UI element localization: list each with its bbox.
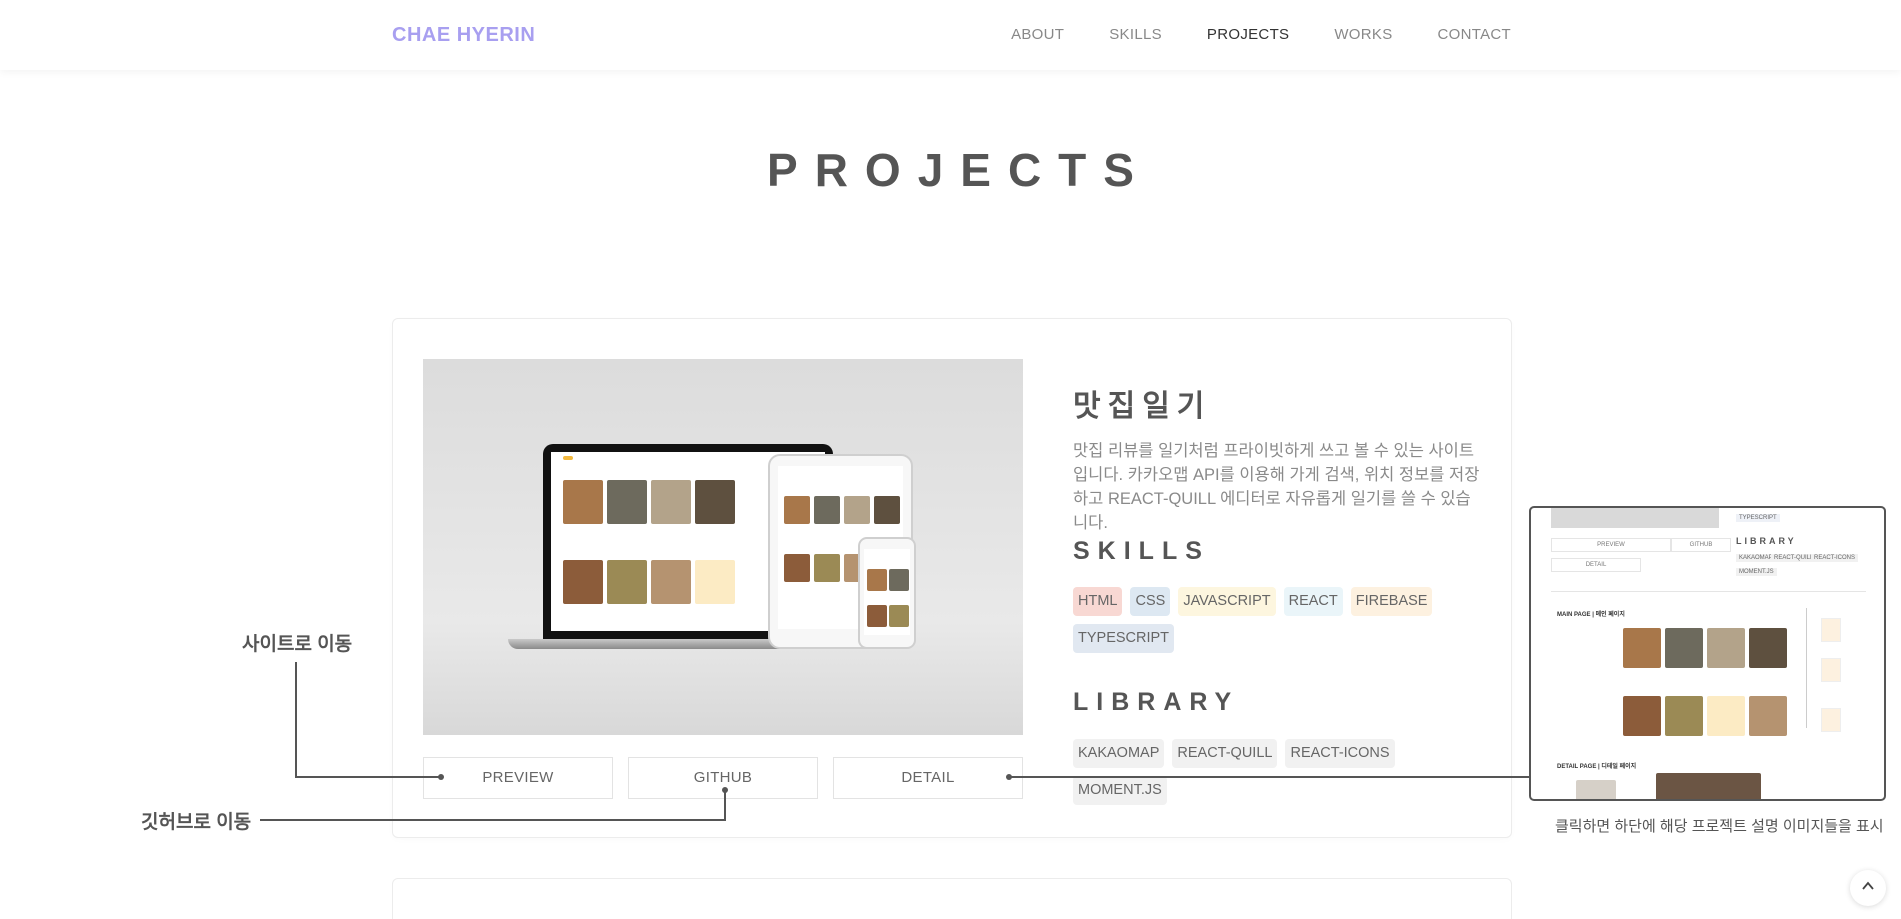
skill-tag: TYPESCRIPT xyxy=(1073,624,1175,653)
site-header: CHAE HYERIN ABOUT SKILLS PROJECTS WORKS … xyxy=(0,0,1901,70)
site-annotation-line xyxy=(295,776,441,778)
preview-typescript-tag: TYPESCRIPT xyxy=(1736,514,1780,522)
github-annotation-dot xyxy=(722,787,728,793)
preview-main-page-label: MAIN PAGE | 메인 페이지 xyxy=(1557,612,1625,618)
detail-annotation: 클릭하면 하단에 해당 프로젝트 설명 이미지들을 표시 xyxy=(1555,818,1884,835)
project-card: 맛집일기 맛집 리뷰를 일기처럼 프라이빗하게 쓰고 볼 수 있는 사이트입니다… xyxy=(392,318,1512,838)
github-annotation-line xyxy=(260,819,726,821)
skills-heading: SKILLS xyxy=(1073,537,1210,565)
skill-tag: REACT xyxy=(1283,587,1343,616)
project-title: 맛집일기 xyxy=(1073,390,1212,423)
section-title: PROJECTS xyxy=(767,144,1151,196)
project-thumbnail xyxy=(423,359,1023,735)
preview-github-button: GITHUB xyxy=(1671,538,1731,552)
scroll-top-button[interactable] xyxy=(1850,870,1886,906)
nav-skills[interactable]: SKILLS xyxy=(1109,26,1162,43)
library-tag: REACT-QUILL xyxy=(1172,739,1278,768)
library-tag: REACT-ICONS xyxy=(1285,739,1395,768)
detail-button[interactable]: DETAIL xyxy=(833,757,1023,799)
skill-tag: JAVASCRIPT xyxy=(1178,587,1276,616)
preview-library-heading: LIBRARY xyxy=(1736,536,1797,546)
library-tag: KAKAOMAP xyxy=(1073,739,1165,768)
skill-tag: CSS xyxy=(1130,587,1171,616)
preview-preview-button: PREVIEW xyxy=(1551,538,1671,552)
nav-works[interactable]: WORKS xyxy=(1334,26,1392,43)
skill-tag: HTML xyxy=(1073,587,1123,616)
site-annotation-dot xyxy=(438,774,444,780)
detail-annotation-line xyxy=(1009,776,1530,778)
library-tag-list: KAKAOMAP REACT-QUILL REACT-ICONS MOMENT.… xyxy=(1073,739,1493,805)
github-annotation-line xyxy=(724,790,726,821)
phone-mockup xyxy=(858,537,916,649)
github-annotation: 깃허브로 이동 xyxy=(141,812,252,833)
preview-detail-button: DETAIL xyxy=(1551,558,1641,572)
nav-about[interactable]: ABOUT xyxy=(1011,26,1064,43)
project-description: 맛집 리뷰를 일기처럼 프라이빗하게 쓰고 볼 수 있는 사이트입니다. 카카오… xyxy=(1073,442,1480,532)
skills-tag-list: HTML CSS JAVASCRIPT REACT FIREBASE TYPES… xyxy=(1073,587,1483,653)
site-annotation-line xyxy=(295,662,297,777)
preview-detail-page-label: DETAIL PAGE | 디테일 페이지 xyxy=(1557,764,1637,770)
detail-preview-image: TYPESCRIPT LIBRARY KAKAOMAP REACT-QUILL … xyxy=(1529,506,1886,801)
site-logo[interactable]: CHAE HYERIN xyxy=(392,24,535,47)
preview-library-tag: REACT-QUILL xyxy=(1771,554,1817,562)
preview-library-tag: MOMENT.JS xyxy=(1736,568,1777,576)
nav-projects[interactable]: PROJECTS xyxy=(1207,26,1289,43)
preview-button[interactable]: PREVIEW xyxy=(423,757,613,799)
site-annotation: 사이트로 이동 xyxy=(242,634,353,655)
preview-library-tag: REACT-ICONS xyxy=(1811,554,1859,562)
chevron-up-icon xyxy=(1861,879,1875,898)
library-heading: LIBRARY xyxy=(1073,688,1240,716)
main-nav: ABOUT SKILLS PROJECTS WORKS CONTACT xyxy=(1011,26,1511,43)
library-tag: MOMENT.JS xyxy=(1073,776,1167,805)
skill-tag: FIREBASE xyxy=(1350,587,1433,616)
next-project-card xyxy=(392,878,1512,919)
preview-library-tag: KAKAOMAP xyxy=(1736,554,1776,562)
nav-contact[interactable]: CONTACT xyxy=(1438,26,1511,43)
